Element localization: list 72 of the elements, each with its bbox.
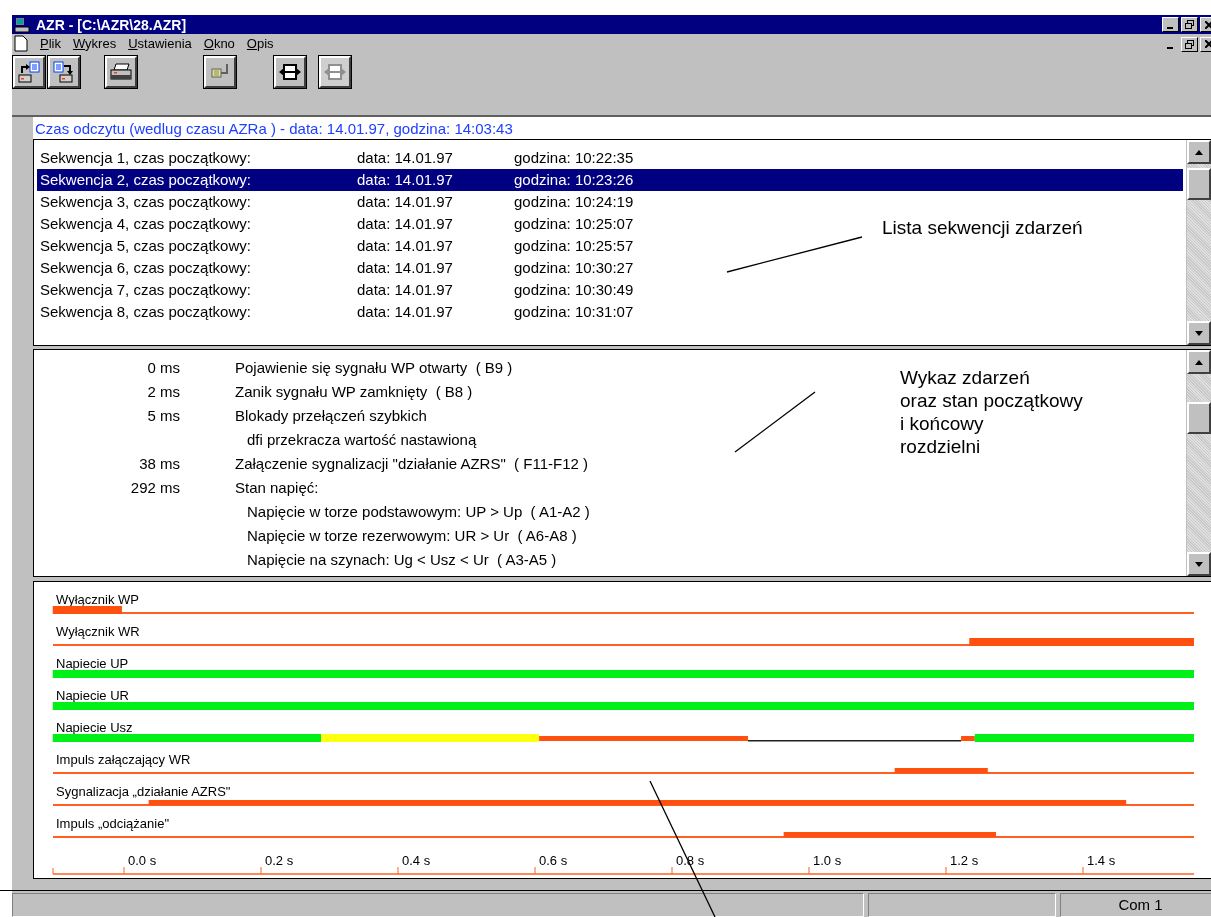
menu-item[interactable]: Opis: [240, 35, 280, 51]
event-time: 38 ms: [138, 454, 180, 474]
sequence-row[interactable]: Sekwencja 3, czas początkowy: data: 14.01.97 godzina: 10:24:19: [37, 191, 638, 213]
toolbar-button[interactable]: [274, 56, 306, 88]
menu-item[interactable]: Wykres: [66, 35, 123, 51]
event-time: 292 ms: [129, 478, 180, 498]
signal-label: Impuls załączający WR: [56, 752, 191, 767]
down-arrow-icon: [1195, 561, 1203, 567]
scrollbar-thumb[interactable]: [1187, 402, 1211, 434]
double-arrow-icon: [323, 61, 347, 83]
document-arrow-icon: [52, 61, 76, 83]
minimize-icon: [1166, 46, 1173, 49]
event-time: 0 ms: [146, 358, 180, 378]
scrollbar-thumb[interactable]: [1187, 168, 1211, 200]
sequence-row[interactable]: Sekwencja 5, czas początkowy: data: 14.01.97 godzina: 10:25:57: [37, 235, 638, 257]
close-icon: [1204, 20, 1211, 29]
tick-label: 0.6 s: [539, 853, 568, 868]
close-icon: [1204, 40, 1211, 48]
tick-label: 1.2 s: [950, 853, 979, 868]
restore-button[interactable]: [1181, 36, 1198, 52]
toolbar-button[interactable]: [48, 56, 80, 88]
sequence-row[interactable]: Sekwencja 4, czas początkowy: data: 14.01.97 godzina: 10:25:07: [37, 213, 638, 235]
tick-label: 0.4 s: [402, 853, 431, 868]
event-description: Pojawienie się sygnału WP otwarty ( B9 ): [235, 358, 513, 378]
menu-item[interactable]: Ustawienia: [122, 35, 198, 51]
tick-label: 0.0 s: [128, 853, 157, 868]
scrollbar[interactable]: [1186, 140, 1211, 345]
port-status: Com 1: [1060, 893, 1211, 917]
document-arrow-icon: [17, 61, 41, 83]
signal-label: Napiecie UR: [56, 688, 129, 703]
sequence-row[interactable]: Sekwencja 6, czas początkowy: data: 14.01.97 godzina: 10:30:27: [37, 257, 638, 279]
toolbar-button[interactable]: [13, 56, 45, 88]
scrollbar[interactable]: [1186, 350, 1211, 576]
event-time: 5 ms: [146, 406, 180, 426]
annotation-text: Wykaz zdarzeń oraz stan początkowy i końcowy rozdzielni: [900, 366, 1083, 458]
readout-time: Czas odczytu (wedlug czasu AZRa ) - data: 14.01.97, godzina: 14:03:43: [33, 117, 1211, 139]
tick-label: 1.4 s: [1087, 853, 1116, 868]
menu-item[interactable]: Plik: [34, 35, 67, 51]
toolbar-button[interactable]: [204, 56, 236, 88]
signal-label: Wyłącznik WR: [56, 624, 140, 639]
event-description: Stan napięć:: [235, 478, 319, 498]
signal-label: Impuls „odciążanie": [56, 816, 169, 831]
toolbar-button[interactable]: [105, 56, 137, 88]
event-detail: dfi przekracza wartość nastawioną: [247, 430, 477, 450]
restore-button[interactable]: [1181, 17, 1198, 32]
menu-item[interactable]: Okno: [197, 35, 241, 51]
down-arrow-icon: [1195, 330, 1203, 336]
event-detail: Napięcie na szynach: Ug < Usz < Ur ( A3-A5 ): [247, 550, 557, 570]
event-description: Zanik sygnału WP zamknięty ( B8 ): [235, 382, 473, 402]
signal-label: Napiecie UP: [56, 656, 129, 671]
sequence-row[interactable]: Sekwencja 8, czas początkowy: data: 14.01.97 godzina: 10:31:07: [37, 301, 638, 323]
double-arrow-icon: [278, 61, 302, 83]
tick-label: 0.2 s: [265, 853, 294, 868]
up-arrow-icon: [1195, 149, 1203, 155]
up-arrow-icon: [1195, 359, 1203, 365]
minimize-icon: [1166, 27, 1173, 29]
signal-label: Napiecie Usz: [56, 720, 133, 735]
sequence-row[interactable]: Sekwencja 7, czas początkowy: data: 14.01.97 godzina: 10:30:49: [37, 279, 638, 301]
event-description: Załączenie sygnalizacji "działanie AZRS" ( F11-F12 ): [235, 454, 588, 474]
tick-label: 1.0 s: [813, 853, 842, 868]
sequence-row[interactable]: Sekwencja 1, czas początkowy: data: 14.01.97 godzina: 10:22:35: [37, 147, 638, 169]
signal-label: Sygnalizacja „działanie AZRS": [56, 784, 231, 799]
event-detail: Napięcie w torze podstawowym: UP > Up ( A1-A2 ): [247, 502, 590, 522]
event-description: Blokady przełączeń szybkich: [235, 406, 427, 426]
restore-icon: [1185, 20, 1194, 29]
sequence-row[interactable]: Sekwencja 2, czas początkowy: data: 14.01.97 godzina: 10:23:26: [37, 169, 1183, 191]
document-icon[interactable]: [14, 34, 28, 52]
event-time: 2 ms: [146, 382, 180, 402]
signal-label: Wyłącznik WP: [56, 592, 139, 607]
printer-icon: [109, 61, 133, 83]
window-title: AZR - [C:\AZR\28.AZR]: [36, 16, 187, 33]
event-detail: Napięcie w torze rezerwowym: UR > Ur ( A6-A8 ): [247, 526, 577, 546]
